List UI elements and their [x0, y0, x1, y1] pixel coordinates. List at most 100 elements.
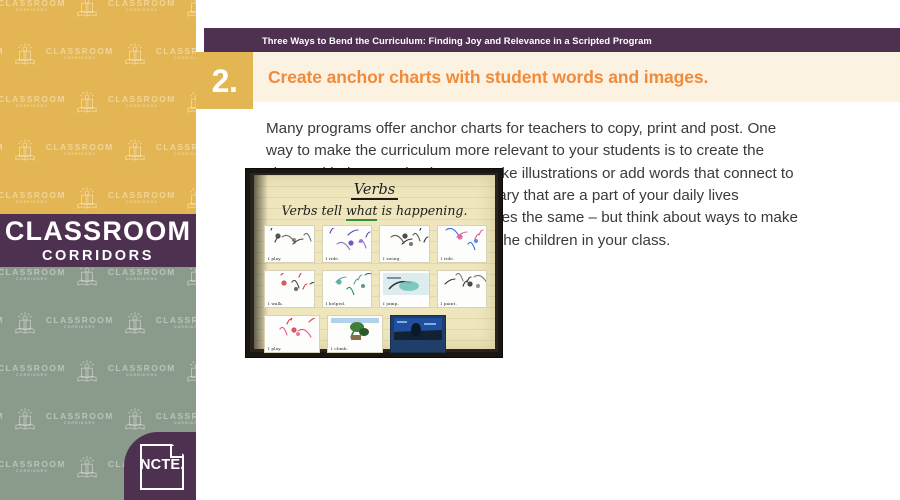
classroom-corridors-emblem-icon [15, 43, 35, 65]
watermark-wordmark: CLASSROOMCORRIDORS [0, 316, 4, 330]
watermark-wordmark: CLASSROOMCORRIDORS [155, 314, 196, 330]
watermark-wordmark: CLASSROOMCORRIDORS [107, 267, 176, 282]
chart-sentence-underlined-word: what [346, 203, 378, 221]
chart-paper: Verbs Verbs tell what is happening. I pl… [254, 175, 495, 353]
webinar-title-text: Three Ways to Bend the Curriculum: Findi… [262, 34, 652, 46]
student-drawing-icon [279, 318, 316, 338]
student-drawing-caption: I swing. [383, 256, 401, 261]
anchor-chart-photo: Verbs Verbs tell what is happening. I pl… [245, 168, 503, 358]
classroom-corridors-emblem-icon [187, 0, 196, 17]
brand-name-secondary: CORRIDORS [41, 247, 154, 264]
watermark-wordmark: CLASSROOMCORRIDORS [45, 410, 114, 426]
student-drawing-cell [390, 315, 446, 353]
classroom-corridors-emblem-icon [125, 139, 145, 161]
watermark-wordmark: CLASSROOMCORRIDORS [107, 189, 176, 205]
branding-sidebar: CLASSROOM CORRIDORS CLASSROOM CORRIDORS CLAS… [0, 0, 196, 500]
watermark-wordmark: CLASSROOMCORRIDORS [0, 458, 66, 474]
student-drawing-cell: I ride. [321, 225, 372, 263]
watermark-wordmark: CLASSROOMCORRIDORS [107, 0, 176, 13]
classroom-corridors-emblem-icon [77, 91, 97, 113]
step-number-text: 2. [211, 62, 238, 99]
step-heading-text: Create anchor charts with student words … [268, 66, 709, 87]
student-drawing-grid: I play. I ride. I swing. I ride. I walk. I he… [264, 225, 487, 353]
watermark-wordmark: CLASSROOMCORRIDORS [0, 47, 4, 61]
student-drawing-caption: I climb. [331, 346, 349, 351]
classroom-corridors-emblem-icon [77, 0, 97, 17]
drawing-row: I walk. I helped. I jump. I paint. [264, 270, 487, 308]
webinar-title-bar: Three Ways to Bend the Curriculum: Findi… [204, 28, 900, 52]
brand-name-primary: CLASSROOM [4, 215, 192, 246]
student-drawing-icon [394, 318, 442, 340]
student-drawing-icon [328, 228, 371, 250]
classroom-corridors-emblem-icon [15, 312, 35, 334]
chart-sentence-part2: is happening. [377, 203, 468, 218]
watermark-wordmark: CLASSROOMCORRIDORS [0, 93, 66, 109]
classroom-corridors-emblem-icon [77, 456, 97, 478]
student-drawing-caption: I jump. [383, 301, 400, 306]
ncte-logo-text: NCTE. [140, 457, 185, 473]
classroom-corridors-emblem-icon [77, 187, 97, 209]
drawing-row: I play. I climb. [264, 315, 487, 353]
student-drawing-cell: I swing. [379, 225, 430, 263]
chart-sentence: Verbs tell what is happening. [260, 203, 489, 221]
classroom-corridors-emblem-icon [15, 139, 35, 161]
watermark-wordmark: CLASSROOMCORRIDORS [107, 362, 176, 378]
watermark-wordmark: CLASSROOMCORRIDORS [0, 143, 4, 157]
classroom-corridors-emblem-icon [125, 312, 145, 334]
student-drawing-cell: I jump. [379, 270, 430, 308]
student-drawing-icon [334, 273, 372, 295]
watermark-wordmark: CLASSROOMCORRIDORS [155, 141, 196, 157]
student-drawing-cell: I play. [264, 225, 315, 263]
student-drawing-cell: I paint. [436, 270, 487, 308]
classroom-corridors-emblem-icon [187, 360, 196, 382]
chart-title: Verbs [254, 181, 495, 200]
classroom-corridors-emblem-icon [187, 267, 196, 286]
student-drawing-icon [331, 318, 379, 340]
student-drawing-caption: I play. [268, 256, 282, 261]
step-number-badge: 2. [196, 52, 253, 109]
classroom-corridors-emblem-icon [77, 267, 97, 286]
watermark-wordmark: CLASSROOMCORRIDORS [155, 45, 196, 61]
student-drawing-cell: I walk. [264, 270, 315, 308]
drawing-row: I play. I ride. I swing. I ride. [264, 225, 487, 263]
classroom-corridors-emblem-icon [77, 360, 97, 382]
student-drawing-icon [280, 273, 314, 291]
ncte-page-icon: NCTE. [140, 444, 184, 490]
classroom-corridors-emblem-icon [125, 408, 145, 430]
student-drawing-icon [390, 228, 429, 246]
student-drawing-caption: I ride. [440, 256, 455, 261]
watermark-wordmark: CLASSROOMCORRIDORS [0, 267, 66, 282]
classroom-corridors-emblem-icon [125, 43, 145, 65]
classroom-corridors-emblem-icon [15, 408, 35, 430]
step-heading-container: Create anchor charts with student words … [268, 52, 888, 102]
student-drawing-caption: I play. [268, 346, 282, 351]
watermark-pattern-gold: CLASSROOM CORRIDORS CLASSROOM CORRIDORS CLAS… [0, 0, 196, 214]
watermark-wordmark: CLASSROOMCORRIDORS [0, 362, 66, 378]
student-drawing-caption: I paint. [440, 301, 457, 306]
classroom-corridors-emblem-icon [187, 91, 196, 113]
watermark-wordmark: CLASSROOMCORRIDORS [155, 410, 196, 426]
watermark-wordmark: CLASSROOMCORRIDORS [45, 314, 114, 330]
student-drawing-cell: I ride. [436, 225, 487, 263]
watermark-wordmark: CLASSROOMCORRIDORS [0, 189, 66, 205]
student-drawing-icon [383, 273, 429, 295]
presentation-slide: CLASSROOM CORRIDORS CLASSROOM CORRIDORS CLAS… [0, 0, 900, 500]
chart-sentence-part1: Verbs tell [281, 203, 347, 218]
watermark-wordmark: CLASSROOMCORRIDORS [107, 93, 176, 109]
student-drawing-caption: I walk. [268, 301, 284, 306]
student-drawing-cell: I play. [264, 315, 320, 353]
brand-logo-band: CLASSROOM CORRIDORS [0, 214, 196, 267]
student-drawing-icon [443, 273, 487, 288]
watermark-wordmark: CLASSROOMCORRIDORS [45, 141, 114, 157]
watermark-wordmark: CLASSROOMCORRIDORS [0, 412, 4, 426]
watermark-wordmark: CLASSROOMCORRIDORS [45, 45, 114, 61]
student-drawing-icon [444, 228, 484, 250]
student-drawing-caption: I ride. [325, 256, 340, 261]
classroom-corridors-emblem-icon [187, 187, 196, 209]
student-drawing-cell: I helped. [321, 270, 372, 308]
student-drawing-icon [270, 228, 312, 245]
watermark-wordmark: CLASSROOMCORRIDORS [0, 0, 66, 13]
student-drawing-cell: I climb. [327, 315, 383, 353]
ncte-logo-badge: NCTE. [124, 432, 196, 500]
student-drawing-caption: I helped. [325, 301, 346, 306]
